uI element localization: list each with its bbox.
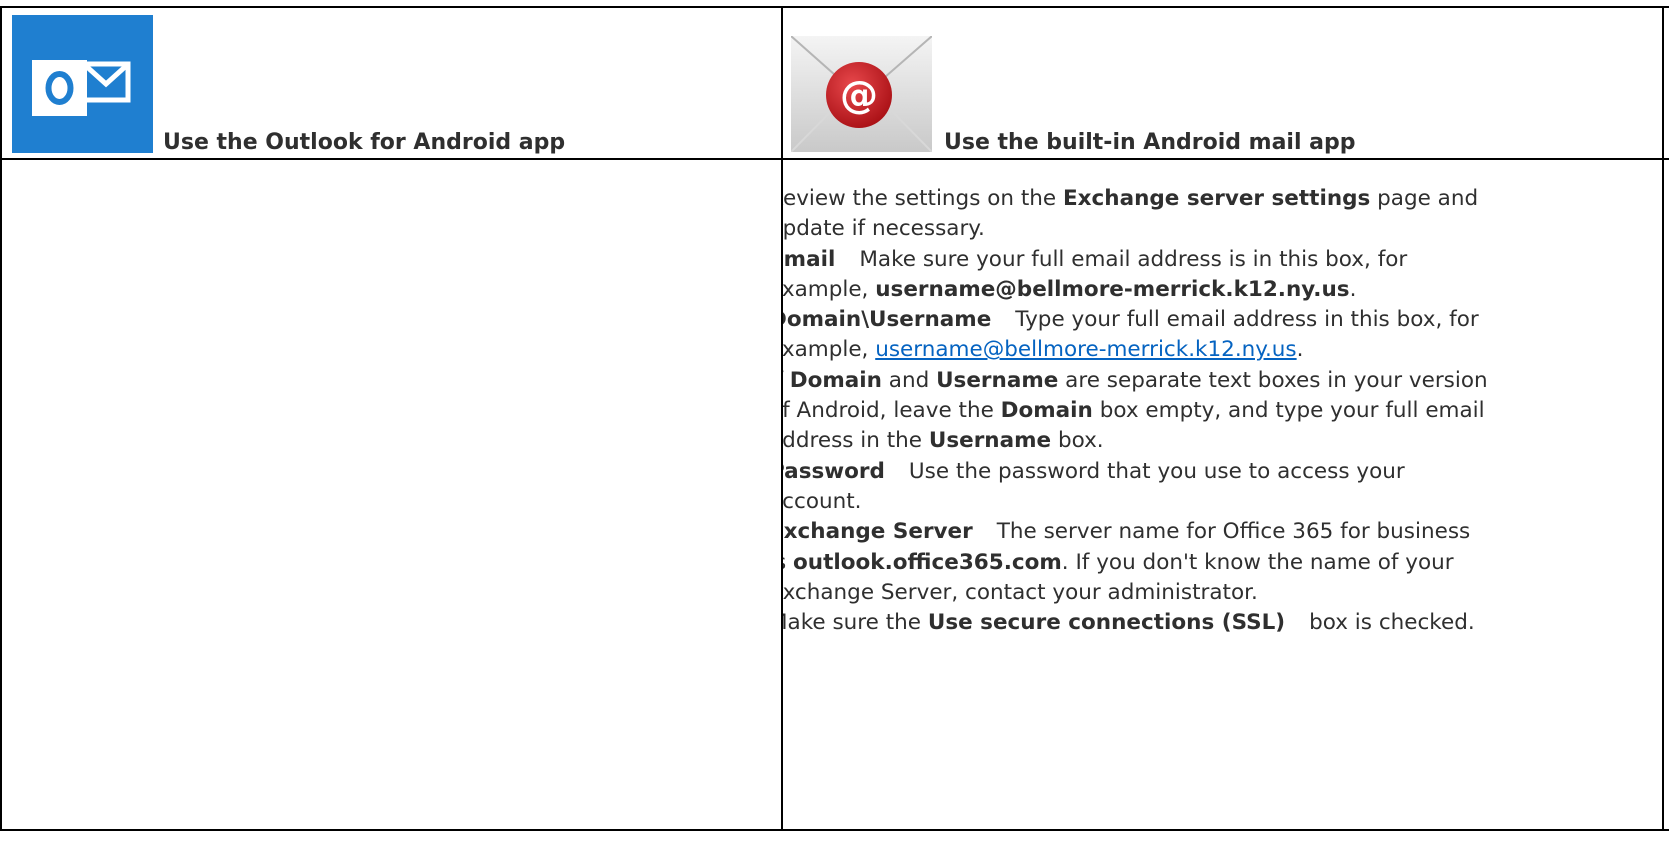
table-border-right — [1662, 6, 1664, 831]
password-label: Password — [783, 458, 885, 484]
password-setting-line-2: account. — [783, 488, 862, 514]
table-border-left — [0, 6, 2, 831]
email-example-value: username@bellmore-merrick.k12.ny.us — [875, 276, 1350, 302]
instructions-table: Use the Outlook for Android app @ Use th… — [0, 0, 1669, 856]
ssl-label: Use secure connections (SSL) — [927, 610, 1286, 636]
table-border-bottom — [0, 829, 1669, 831]
email-setting-line-2: example, username@bellmore-merrick.k12.n… — [783, 276, 1357, 302]
exchange-server-name: outlook.office365.com — [793, 549, 1062, 575]
domain-username-setting: Domain\Username Type your full email addr… — [783, 305, 1649, 335]
table-border-top — [0, 6, 1669, 8]
separate-boxes-note-line-3: address in the Username box. — [783, 428, 1104, 454]
exchange-server-label: Exchange Server — [783, 519, 973, 545]
exchange-server-setting-line-2: is outlook.office365.com. If you don't k… — [783, 549, 1454, 575]
outlook-icon — [12, 15, 153, 153]
email-example-link[interactable]: username@bellmore-merrick.k12.ny.us — [875, 337, 1296, 362]
review-settings-line-2: update if necessary. — [783, 216, 985, 242]
password-setting: PasswordUse the password that you use to… — [783, 457, 1649, 487]
separate-boxes-note: If Domain and Username are separate text… — [789, 367, 1488, 393]
email-label: Email — [783, 246, 836, 272]
separate-boxes-note-line-2: of Android, leave the Domain box empty, … — [783, 398, 1485, 424]
review-settings-line: Review the settings on the Exchange serv… — [783, 186, 1479, 211]
exchange-server-setting: Exchange Server The server name for Offic… — [783, 517, 1649, 547]
android-mail-heading: Use the built-in Android mail app — [944, 130, 1356, 155]
domain-username-label: Domain\Username — [783, 307, 992, 333]
android-mail-instructions: Review the settings on the Exchange serv… — [783, 160, 1662, 829]
svg-text:@: @ — [840, 73, 878, 117]
domain-username-setting-line-2: example, username@bellmore-merrick.k12.n… — [783, 337, 1304, 363]
email-setting: EmailMake sure your full email address i… — [783, 245, 1649, 275]
android-mail-icon: @ — [790, 35, 933, 153]
ssl-setting: Make sure the Use secure connections (SS… — [783, 610, 1475, 636]
outlook-app-heading: Use the Outlook for Android app — [163, 130, 566, 155]
exchange-server-setting-line-3: Exchange Server, contact your administra… — [783, 579, 1258, 605]
